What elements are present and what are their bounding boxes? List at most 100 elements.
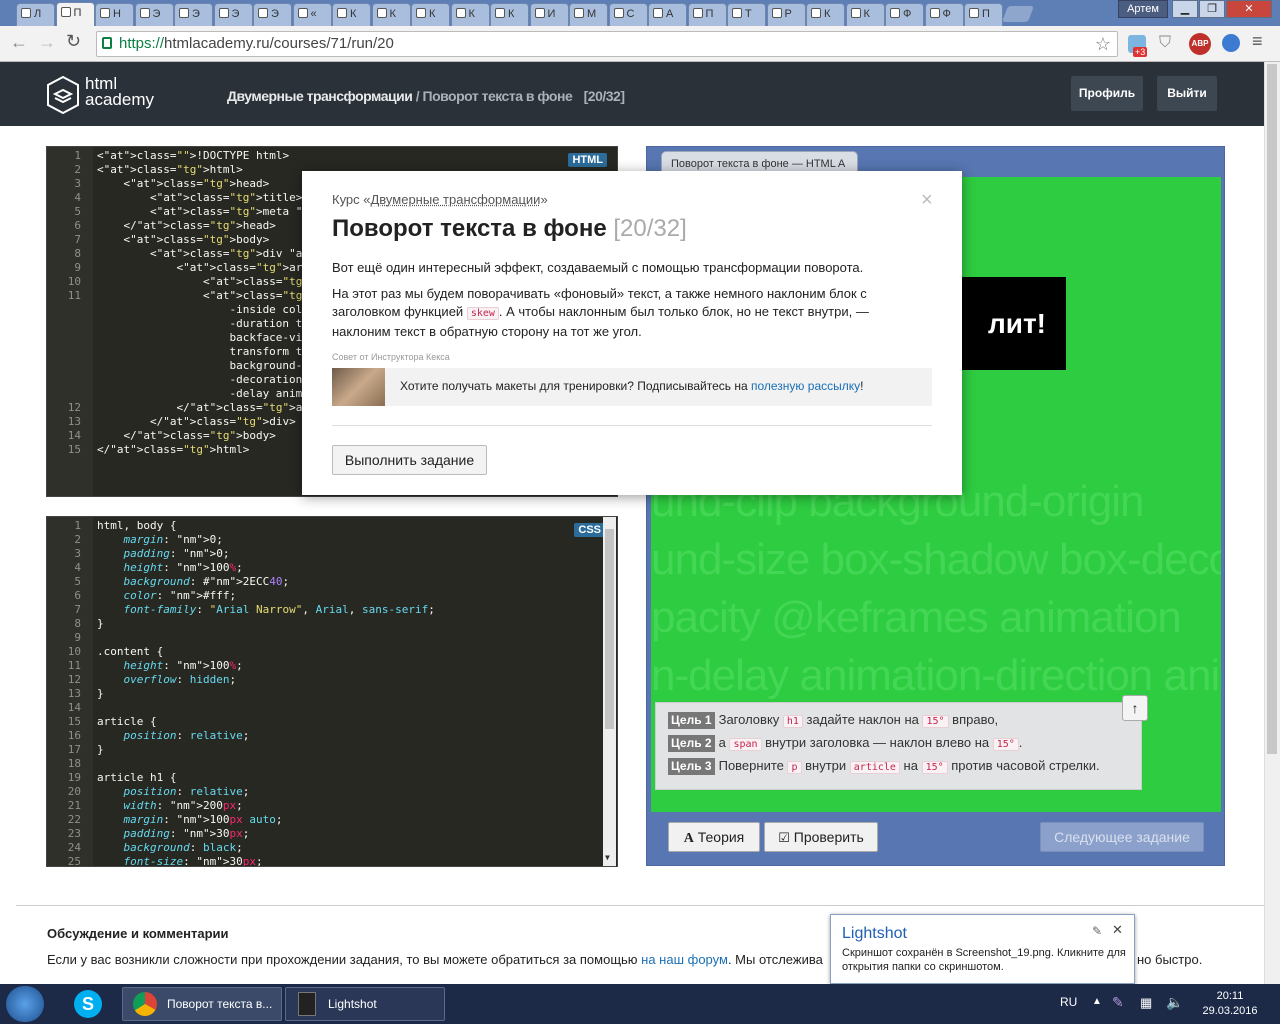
theory-button[interactable]: A Теория (668, 822, 760, 852)
browser-tab[interactable]: Ф (885, 3, 924, 26)
back-icon[interactable]: ← (10, 32, 28, 53)
browser-tab[interactable]: П (687, 3, 727, 26)
clock[interactable]: 20:11 29.03.2016 (1200, 989, 1260, 1019)
css-scrollbar[interactable]: ▼ (603, 517, 616, 866)
scroll-down-icon[interactable]: ▼ (605, 853, 610, 862)
css-scrollbar-thumb[interactable] (605, 529, 614, 729)
tab-title: Э (152, 8, 161, 20)
browser-tab[interactable]: С (608, 3, 648, 26)
code-line: background- (97, 359, 303, 372)
browser-tab[interactable]: П (55, 2, 95, 26)
modal-course: Курс «Двумерные трансформации» (332, 192, 548, 207)
taskbar-lightshot[interactable]: Lightshot (285, 987, 445, 1021)
modal-close-button[interactable]: × (921, 189, 933, 212)
browser-tab[interactable]: Э (213, 3, 253, 26)
goal-label: Цель 3 (668, 758, 715, 775)
browser-tab[interactable]: К (490, 3, 529, 26)
browser-tab[interactable]: К (332, 3, 371, 26)
browser-tab[interactable]: К (371, 3, 411, 26)
lightshot-message: Скриншот сохранён в Screenshot_19.png. К… (842, 947, 1126, 973)
browser-tab[interactable]: Э (174, 3, 213, 26)
adblock-icon[interactable]: ABP (1189, 33, 1211, 55)
network-icon[interactable]: ▦ (1140, 995, 1152, 1011)
tab-title: П (705, 8, 714, 20)
browser-tab[interactable]: А (648, 3, 687, 26)
code-line: position: relative; (123, 729, 250, 742)
goal-text: внутри заголовка — наклон влево на (761, 735, 993, 750)
browser-tab[interactable]: К (845, 3, 885, 26)
check-button[interactable]: ☑ Проверить (764, 822, 878, 852)
tab-favicon (218, 8, 229, 18)
language-indicator[interactable]: RU (1060, 995, 1077, 1009)
settings-icon[interactable]: ✎ (1092, 924, 1102, 938)
browser-tab[interactable]: К (411, 3, 450, 26)
line-number: 23 (67, 827, 81, 840)
breadcrumb: Двумерные трансформации / Поворот текста… (227, 88, 625, 104)
lightshot-tray-icon[interactable]: ✎ (1112, 994, 1124, 1011)
browser-tab[interactable]: К (806, 3, 845, 26)
profile-button[interactable]: Профиль (1071, 76, 1143, 111)
collapse-goals-button[interactable]: ↑ (1122, 695, 1148, 721)
newsletter-link[interactable]: полезную рассылку (751, 379, 860, 393)
taskbar-chrome[interactable]: Поворот текста в... (122, 987, 282, 1021)
goal-code: p (787, 761, 802, 774)
menu-icon[interactable]: ≡ (1252, 31, 1263, 52)
goal-item: Цель 2а span внутри заголовка — наклон в… (668, 733, 1022, 753)
taskbar-lightshot-label: Lightshot (328, 997, 377, 1011)
start-button-icon[interactable] (6, 986, 44, 1022)
tab-favicon (574, 8, 584, 18)
skype-icon[interactable]: S (74, 990, 102, 1018)
maximize-button[interactable]: ❐ (1199, 0, 1225, 18)
globe-icon[interactable] (1222, 34, 1240, 52)
profile-button[interactable]: Артем (1118, 0, 1168, 18)
reload-icon[interactable]: ↻ (66, 31, 81, 52)
discussion-heading: Обсуждение и комментарии (47, 926, 229, 941)
lightshot-notification[interactable]: Lightshot ✎ ✕ Скриншот сохранён в Screen… (830, 914, 1135, 984)
notification-close-icon[interactable]: ✕ (1112, 922, 1123, 938)
discussion-text-b: . Мы отслежива (727, 952, 823, 967)
line-number (47, 303, 81, 317)
bookmark-star-icon[interactable]: ☆ (1095, 32, 1111, 56)
browser-tab[interactable]: Н (95, 3, 134, 26)
browser-tab[interactable]: Т (727, 3, 766, 26)
tab-title: П (982, 8, 990, 20)
close-window-button[interactable]: ✕ (1226, 0, 1272, 18)
line-number: 10 (67, 275, 81, 288)
css-code-editor[interactable]: 1 html, body {2 margin: "nm">0; 3 padding:… (46, 516, 618, 867)
browser-tab[interactable]: Ф (924, 3, 964, 26)
tray-expand-icon[interactable]: ▲ (1092, 996, 1102, 1007)
new-tab-button[interactable] (1002, 6, 1034, 22)
page-scrollbar-thumb[interactable] (1267, 64, 1277, 754)
volume-icon[interactable]: 🔈 (1166, 994, 1183, 1011)
logo-text[interactable]: html academy (85, 75, 154, 108)
code-line: </"at">class="tg">head> (97, 219, 276, 232)
address-toolbar: ← → ↻ https://htmlacademy.ru/courses/71/… (0, 26, 1280, 62)
minimize-button[interactable]: ▁ (1172, 0, 1198, 18)
forward-icon[interactable]: → (38, 32, 56, 53)
browser-tab[interactable]: Э (134, 3, 174, 26)
browser-tab[interactable]: Л (16, 3, 55, 26)
logout-button[interactable]: Выйти (1157, 76, 1217, 111)
academy-logo-icon[interactable] (47, 76, 79, 114)
next-task-button[interactable]: Следующее задание (1040, 822, 1204, 852)
url-input[interactable]: https://htmlacademy.ru/courses/71/run/20… (96, 31, 1118, 57)
browser-tab[interactable]: П (964, 3, 1003, 26)
code-line: html, body { (97, 519, 177, 532)
browser-tab[interactable]: « (292, 3, 332, 26)
browser-tab[interactable]: Э (253, 3, 292, 26)
browser-tab[interactable]: Р (766, 3, 806, 26)
modal-course-link[interactable]: Двумерные трансформации (371, 192, 541, 207)
breadcrumb-course[interactable]: Двумерные трансформации (227, 88, 413, 104)
forum-link[interactable]: на наш форум (641, 952, 728, 967)
goal-code: 15° (922, 715, 949, 728)
start-task-button[interactable]: Выполнить задание (332, 445, 487, 475)
tab-favicon (692, 8, 703, 18)
page-scrollbar[interactable] (1264, 62, 1280, 984)
browser-tab[interactable]: К (450, 3, 490, 26)
browser-tab[interactable]: М (569, 3, 608, 26)
check-icon: ☑ (778, 830, 790, 845)
browser-tab[interactable]: И (529, 3, 569, 26)
goal-item: Цель 1 Заголовку h1 задайте наклон на 15°… (668, 710, 998, 730)
code-line: <"at">class="tg">body> (97, 233, 270, 246)
shield-icon[interactable]: ⛉ (1159, 34, 1171, 52)
